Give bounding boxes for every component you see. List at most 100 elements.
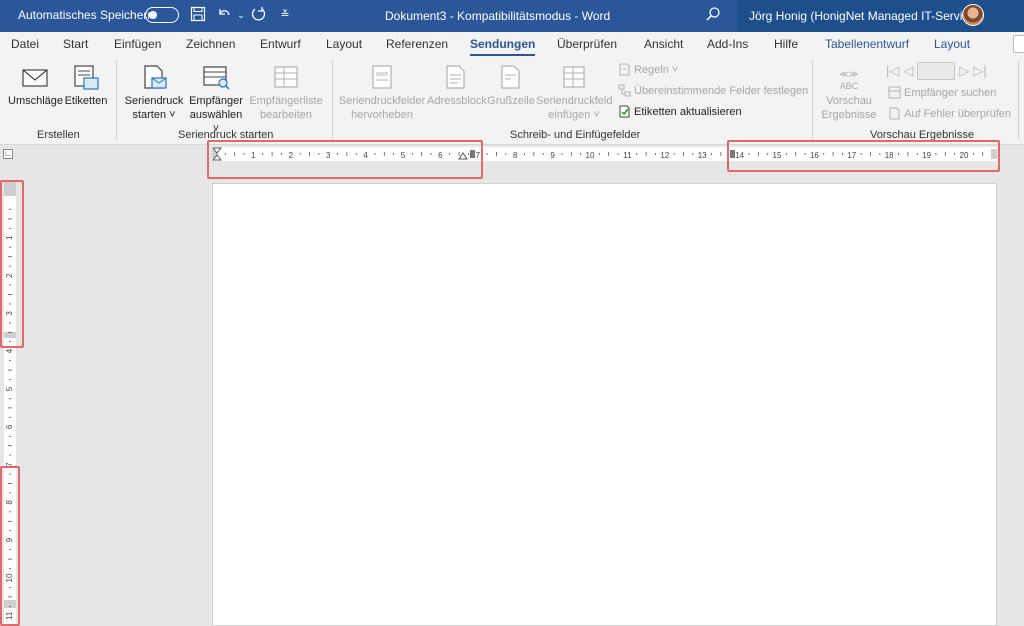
ruler-number: 4 (5, 348, 14, 353)
seriendruck-starten-button[interactable]: Seriendruck starten ˅ (122, 64, 186, 122)
tab-sendungen[interactable]: Sendungen (470, 37, 536, 57)
empfaenger-auswaehlen-button[interactable]: Empfänger auswählen ˅ (185, 64, 247, 136)
mail-merge-icon (144, 65, 167, 89)
labels-icon (74, 65, 99, 90)
customize-toolbar-icon[interactable]: ≚ (276, 6, 294, 24)
fehler-ueberpruefen-button[interactable]: Auf Fehler überprüfen (888, 107, 1011, 120)
group-separator (812, 60, 813, 140)
search-icon[interactable] (704, 6, 722, 24)
umschlaege-button[interactable]: Umschläge (8, 64, 64, 108)
autosave-toggle[interactable] (145, 7, 179, 23)
edit-list-icon (274, 66, 298, 88)
tab-datei[interactable]: Datei (11, 37, 39, 51)
first-record-icon[interactable]: |◁ (886, 63, 899, 79)
ruler-number: 12 (660, 151, 669, 160)
user-account[interactable]: Jörg Honig (HonigNet Managed IT-Service) (737, 0, 1024, 32)
regeln-button[interactable]: Regeln ˅ (618, 63, 678, 76)
redo-icon[interactable] (249, 6, 267, 24)
avatar[interactable] (962, 4, 984, 26)
tab-layout[interactable]: Layout (326, 37, 362, 51)
abc-preview-icon: ≪≫ ABC (839, 69, 859, 91)
liste-label-1: Empfängerliste (249, 95, 323, 107)
match-fields-icon (618, 84, 631, 97)
address-block-icon (446, 65, 465, 89)
tab-ansicht[interactable]: Ansicht (644, 37, 683, 51)
seriendruck-label-2: starten (132, 109, 167, 121)
fehler-label: Auf Fehler überprüfen (904, 107, 1012, 120)
liste-label-2: bearbeiten (260, 109, 312, 121)
next-record-icon[interactable]: ▷ (959, 63, 969, 79)
tab-add-ins[interactable]: Add-Ins (707, 37, 748, 51)
document-title: Dokument3 - Kompatibilitätsmodus - Word (385, 9, 611, 23)
felder-festlegen-button[interactable]: Übereinstimmende Felder festlegen (618, 84, 808, 97)
empfaenger-suchen-label: Empfänger suchen (904, 86, 997, 99)
group-separator (332, 60, 333, 140)
ruler-number: 5 (5, 386, 14, 391)
tab-entwurf[interactable]: Entwurf (260, 37, 301, 51)
felder-festlegen-label: Übereinstimmende Felder festlegen (634, 84, 809, 97)
title-bar: Automatisches Speichern ⌄ ≚ Dokument3 - … (0, 0, 1024, 32)
etiketten-label: Etiketten (64, 95, 108, 107)
group-separator (1018, 60, 1019, 140)
undo-dropdown-icon[interactable]: ⌄ (232, 6, 250, 24)
ruler-number: 11 (623, 151, 632, 160)
undo-icon[interactable] (215, 6, 233, 24)
hervorheben-label-2: hervorheben (351, 109, 413, 121)
adressblock-label: Adressblock (427, 95, 487, 107)
empfaenger-suchen-button[interactable]: Empfänger suchen (888, 86, 996, 99)
empfaengerliste-bearbeiten-button[interactable]: Empfängerliste bearbeiten (249, 64, 323, 122)
find-recipient-icon (888, 86, 901, 99)
seriendruckfeld-einfuegen-button[interactable]: Seriendruckfeld einfügen ˅ (536, 64, 612, 122)
envelope-icon (22, 69, 48, 87)
tab-start[interactable]: Start (63, 37, 88, 51)
tab-referenzen[interactable]: Referenzen (386, 37, 448, 51)
etiketten-aktualisieren-label: Etiketten aktualisieren (634, 105, 742, 118)
check-errors-icon (889, 107, 900, 120)
group-label-schreib-einfuege: Schreib- und Einfügefelder (510, 129, 641, 141)
ruler-number: 9 (550, 151, 555, 160)
record-navigation: |◁ ◁ ▷ ▷| (886, 62, 987, 80)
user-name: Jörg Honig (HonigNet Managed IT-Service) (749, 9, 980, 23)
tab-einfuegen[interactable]: Einfügen (114, 37, 161, 51)
save-icon[interactable] (189, 6, 207, 24)
highlight-box-ruler-left (207, 140, 483, 179)
grusszeile-button[interactable]: Grußzeile (487, 64, 535, 108)
ruler-number: 13 (698, 151, 707, 160)
highlight-box-vruler-bottom (0, 466, 20, 626)
adressblock-button[interactable]: Adressblock (427, 64, 487, 108)
vorschau-label-2: Ergebnisse (821, 109, 877, 121)
seriendruckfelder-hervorheben-button[interactable]: Seriendruckfelder hervorheben (338, 64, 426, 122)
greeting-line-icon (501, 65, 520, 89)
feld-label-2: einfügen (548, 109, 591, 121)
rules-icon (619, 63, 630, 76)
seriendruck-label-1: Seriendruck (124, 95, 184, 107)
recipients-icon (203, 66, 230, 90)
etiketten-aktualisieren-button[interactable]: Etiketten aktualisieren (618, 105, 742, 118)
insert-field-icon (563, 66, 585, 88)
document-page[interactable] (212, 183, 997, 626)
vorschau-label-1: Vorschau (826, 95, 872, 107)
tab-selector[interactable]: ∟ (3, 149, 13, 159)
tab-ueberpruefen[interactable]: Überprüfen (557, 37, 617, 51)
highlight-box-ruler-right (727, 140, 1000, 172)
tab-tabellenentwurf[interactable]: Tabellenentwurf (825, 37, 909, 51)
tab-zeichnen[interactable]: Zeichnen (186, 37, 235, 51)
umschlaege-label: Umschläge (8, 95, 64, 107)
group-label-erstellen: Erstellen (37, 129, 80, 141)
previous-record-icon[interactable]: ◁ (903, 63, 913, 79)
record-number-input[interactable] (917, 62, 956, 80)
vorschau-ergebnisse-button[interactable]: ≪≫ ABC Vorschau Ergebnisse (818, 64, 880, 122)
highlight-fields-icon (372, 65, 392, 89)
share-button[interactable] (1013, 35, 1024, 53)
etiketten-button[interactable]: Etiketten (63, 64, 109, 108)
autosave-label: Automatisches Speichern (18, 8, 155, 22)
tab-table-layout[interactable]: Layout (934, 37, 970, 51)
feld-label-1: Seriendruckfeld (536, 95, 613, 107)
empfaenger-label-2: auswählen (189, 109, 243, 121)
ruler-number: 8 (513, 151, 518, 160)
tab-hilfe[interactable]: Hilfe (774, 37, 798, 51)
empfaenger-label-1: Empfänger (189, 95, 243, 107)
ribbon-tabs: Datei Start Einfügen Zeichnen Entwurf La… (0, 32, 1024, 57)
ribbon: Umschläge Etiketten Erstellen Seriendruc… (0, 56, 1024, 145)
last-record-icon[interactable]: ▷| (973, 63, 986, 79)
